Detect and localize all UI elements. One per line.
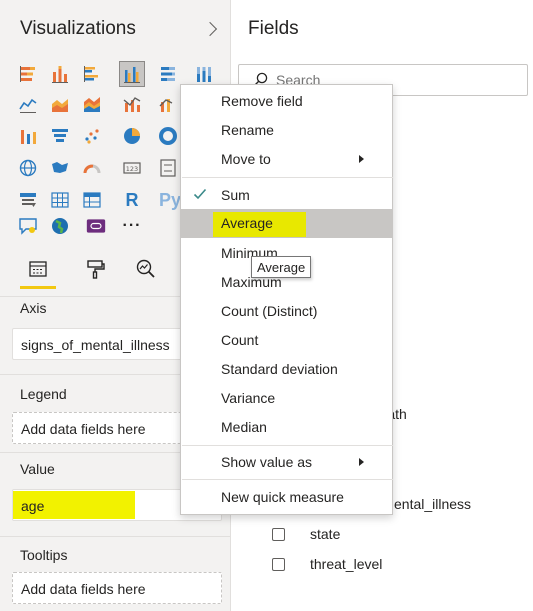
clustered-bar-chart-icon[interactable] — [80, 62, 104, 86]
clustered-column-chart-icon[interactable] — [119, 61, 145, 87]
menu-item-show-value-as[interactable]: Show value as — [181, 448, 392, 476]
multi-row-card-icon[interactable] — [156, 156, 180, 180]
menu-item-move-to[interactable]: Move to — [181, 145, 392, 173]
fields-title: Fields — [248, 18, 299, 39]
donut-chart-icon[interactable] — [156, 124, 180, 148]
svg-text:123: 123 — [126, 165, 138, 173]
field-label: state — [310, 526, 341, 542]
tooltips-placeholder: Add data fields here — [21, 581, 146, 597]
submenu-arrow-icon — [359, 155, 364, 163]
field-checkbox[interactable] — [272, 557, 285, 571]
field-row-state[interactable]: state — [272, 523, 340, 545]
menu-item-count-distinct[interactable]: Count (Distinct) — [181, 297, 392, 325]
axis-label: Axis — [20, 300, 47, 316]
tooltips-drop-zone[interactable]: Add data fields here — [12, 572, 222, 604]
menu-item-average[interactable]: Average — [181, 209, 392, 238]
r-visual-icon[interactable]: R — [120, 188, 144, 212]
format-tab-icon[interactable] — [78, 252, 114, 286]
filled-map-icon[interactable] — [48, 156, 72, 180]
legend-label: Legend — [20, 386, 67, 402]
field-label: threat_level — [310, 556, 383, 572]
value-field-value: age — [21, 498, 45, 514]
globe-map-icon[interactable] — [48, 214, 72, 238]
stacked-bar-chart-icon[interactable] — [16, 62, 40, 86]
menu-item-rename[interactable]: Rename — [181, 116, 392, 144]
collapse-chevron-icon[interactable] — [204, 18, 218, 40]
line-chart-icon[interactable] — [16, 92, 40, 116]
map-icon[interactable] — [16, 156, 40, 180]
field-checkbox[interactable] — [272, 527, 285, 541]
value-label: Value — [20, 461, 55, 477]
line-stacked-column-chart-icon[interactable] — [156, 92, 180, 116]
gauge-icon[interactable] — [80, 156, 104, 180]
field-label-partial: ental_illness — [394, 496, 472, 512]
menu-item-sum[interactable]: Sum — [181, 181, 392, 209]
stacked-area-chart-icon[interactable] — [80, 92, 104, 116]
stacked-column-chart-icon[interactable] — [48, 62, 72, 86]
field-context-menu: Remove field Rename Move to Sum Average … — [180, 84, 393, 515]
qa-visual-icon[interactable] — [16, 214, 40, 238]
menu-item-count[interactable]: Count — [181, 326, 392, 354]
line-clustered-column-chart-icon[interactable] — [120, 92, 144, 116]
menu-item-median[interactable]: Median — [181, 413, 392, 441]
field-row-threat-level[interactable]: threat_level — [272, 553, 382, 575]
table-icon[interactable] — [48, 188, 72, 212]
fields-tab-icon[interactable] — [20, 252, 56, 289]
menu-divider — [182, 479, 393, 480]
pie-chart-icon[interactable] — [120, 124, 144, 148]
menu-item-new-quick-measure[interactable]: New quick measure — [181, 483, 392, 511]
matrix-icon[interactable] — [80, 188, 104, 212]
axis-field-value: signs_of_mental_illness — [21, 337, 170, 353]
area-chart-icon[interactable] — [48, 92, 72, 116]
custom-visual-icon[interactable] — [84, 214, 108, 238]
menu-divider — [182, 445, 393, 446]
analytics-tab-icon[interactable] — [128, 252, 164, 286]
ribbon-chart-icon[interactable] — [16, 124, 40, 148]
submenu-arrow-icon — [359, 458, 364, 466]
more-visuals-icon[interactable]: ··· — [120, 214, 144, 238]
active-tab-indicator — [20, 286, 56, 289]
slicer-icon[interactable] — [16, 188, 40, 212]
100-stacked-bar-chart-icon[interactable] — [156, 62, 180, 86]
tooltips-label: Tooltips — [20, 547, 68, 563]
100-stacked-column-chart-icon[interactable] — [192, 62, 216, 86]
menu-item-variance[interactable]: Variance — [181, 384, 392, 412]
checkmark-icon — [193, 188, 207, 200]
menu-item-standard-deviation[interactable]: Standard deviation — [181, 355, 392, 383]
menu-item-remove-field[interactable]: Remove field — [181, 87, 392, 115]
legend-placeholder: Add data fields here — [21, 421, 146, 437]
menu-divider — [182, 177, 393, 178]
card-icon[interactable]: 123 — [120, 156, 144, 180]
visualizations-title: Visualizations — [20, 18, 136, 39]
scatter-chart-icon[interactable] — [80, 124, 104, 148]
section-divider — [0, 536, 231, 537]
funnel-chart-icon[interactable] — [48, 124, 72, 148]
hover-tooltip: Average — [251, 256, 312, 278]
